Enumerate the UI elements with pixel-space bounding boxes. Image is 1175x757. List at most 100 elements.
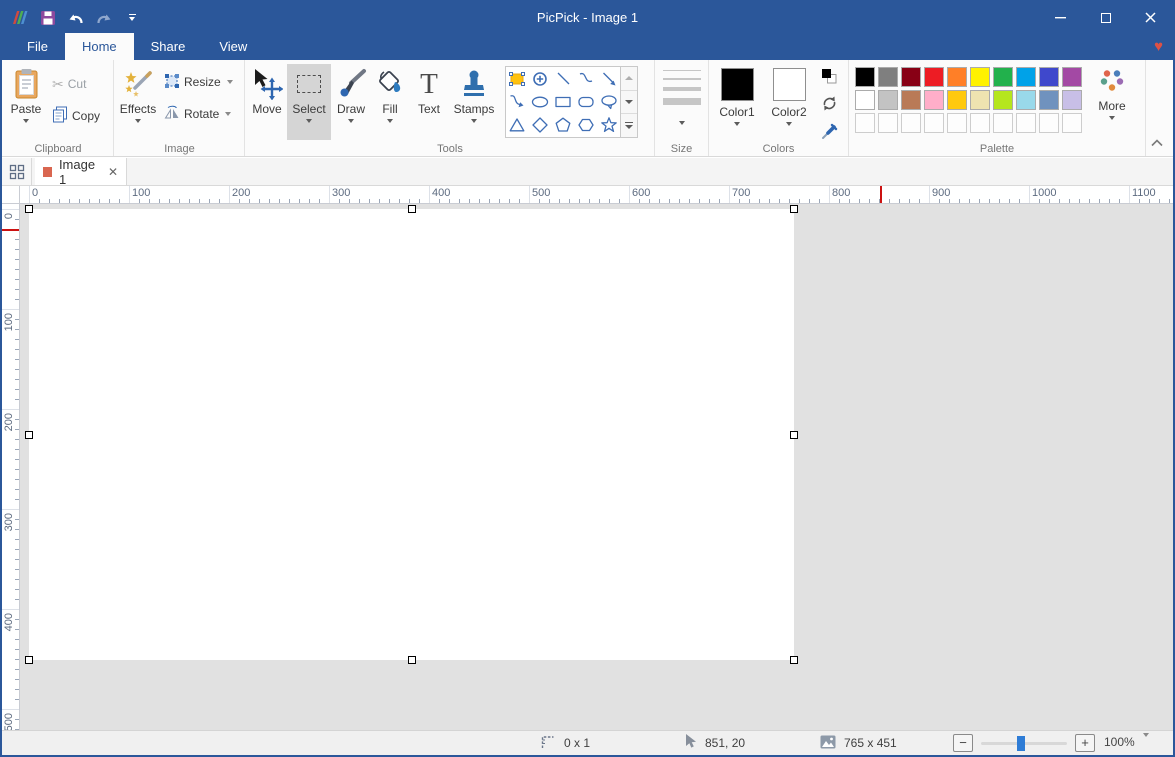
shape-selected-rectangle[interactable]	[506, 67, 529, 90]
palette-swatch[interactable]	[947, 67, 967, 87]
palette-swatch-empty[interactable]	[924, 113, 944, 133]
palette-swatch-empty[interactable]	[970, 113, 990, 133]
fill-tool-button[interactable]: Fill	[371, 64, 409, 140]
heart-icon[interactable]: ♥	[1154, 39, 1163, 54]
zoom-slider[interactable]	[981, 742, 1067, 745]
maximize-button[interactable]	[1083, 2, 1128, 33]
tab-close-icon[interactable]: ✕	[108, 165, 118, 179]
paste-button[interactable]: Paste	[4, 64, 48, 140]
shape-rectangle[interactable]	[552, 90, 575, 113]
cut-button[interactable]: ✂ Cut	[48, 72, 104, 96]
selection-handle[interactable]	[25, 656, 33, 664]
image-document[interactable]	[29, 209, 794, 660]
zoom-in-button[interactable]: +	[1075, 734, 1095, 752]
shape-line[interactable]	[552, 67, 575, 90]
effects-button[interactable]: Effects	[116, 64, 160, 140]
palette-swatch-empty[interactable]	[1062, 113, 1082, 133]
selection-handle[interactable]	[25, 205, 33, 213]
palette-swatch-empty[interactable]	[901, 113, 921, 133]
undo-button[interactable]	[64, 6, 88, 30]
zoom-level[interactable]: 100%	[1104, 735, 1135, 749]
canvas-area[interactable]	[20, 204, 1173, 730]
palette-swatch-empty[interactable]	[855, 113, 875, 133]
shape-star[interactable]	[597, 114, 620, 137]
tab-share[interactable]: Share	[134, 33, 203, 60]
palette-swatch[interactable]	[1016, 67, 1036, 87]
palette-swatch[interactable]	[993, 90, 1013, 110]
text-tool-button[interactable]: T Text	[409, 64, 449, 140]
palette-swatch[interactable]	[855, 90, 875, 110]
shapes-more-button[interactable]	[621, 114, 637, 137]
tab-home[interactable]: Home	[65, 33, 134, 60]
palette-swatch[interactable]	[1039, 67, 1059, 87]
swap-colors-icon[interactable]	[821, 95, 838, 117]
collapse-ribbon-icon[interactable]	[1151, 136, 1163, 150]
line-size-button[interactable]	[663, 70, 701, 105]
palette-swatch[interactable]	[970, 67, 990, 87]
tab-file[interactable]: File	[10, 33, 65, 60]
minimize-button[interactable]	[1038, 2, 1083, 33]
zoom-dropdown-icon[interactable]	[1143, 737, 1149, 751]
selection-handle[interactable]	[408, 656, 416, 664]
palette-swatch[interactable]	[924, 67, 944, 87]
palette-swatch[interactable]	[1039, 90, 1059, 110]
document-tab-image1[interactable]: Image 1 ✕	[35, 158, 127, 185]
selection-handle[interactable]	[790, 205, 798, 213]
customize-quick-access-icon[interactable]	[120, 6, 144, 30]
selection-handle[interactable]	[790, 431, 798, 439]
shapes-scroll-down-button[interactable]	[621, 91, 637, 115]
palette-swatch-empty[interactable]	[1039, 113, 1059, 133]
palette-swatch[interactable]	[970, 90, 990, 110]
shape-curve[interactable]	[574, 67, 597, 90]
palette-swatch[interactable]	[993, 67, 1013, 87]
shape-rounded-rectangle[interactable]	[574, 90, 597, 113]
close-button[interactable]	[1128, 2, 1173, 33]
more-colors-button[interactable]: More	[1088, 64, 1136, 140]
all-windows-button[interactable]	[2, 158, 32, 185]
shape-hexagon[interactable]	[574, 114, 597, 137]
shape-zoom-circle[interactable]	[529, 67, 552, 90]
palette-swatch[interactable]	[901, 67, 921, 87]
palette-swatch[interactable]	[901, 90, 921, 110]
shape-triangle[interactable]	[506, 114, 529, 137]
tab-view[interactable]: View	[202, 33, 264, 60]
palette-swatch[interactable]	[878, 90, 898, 110]
selection-handle[interactable]	[790, 656, 798, 664]
palette-swatch[interactable]	[924, 90, 944, 110]
shape-pentagon[interactable]	[552, 114, 575, 137]
shape-speech-balloon[interactable]	[597, 90, 620, 113]
resize-button[interactable]: Resize	[160, 70, 237, 94]
zoom-slider-handle[interactable]	[1017, 736, 1025, 751]
palette-swatch-empty[interactable]	[993, 113, 1013, 133]
copy-button[interactable]: Copy	[48, 104, 104, 128]
palette-swatch[interactable]	[878, 67, 898, 87]
shape-diamond[interactable]	[529, 114, 552, 137]
stamps-tool-button[interactable]: Stamps	[449, 64, 499, 140]
palette-swatch[interactable]	[1016, 90, 1036, 110]
eyedropper-icon[interactable]	[821, 123, 838, 145]
zoom-out-button[interactable]: −	[953, 734, 973, 752]
color2-button[interactable]: Color2	[763, 64, 815, 140]
palette-swatch[interactable]	[1062, 90, 1082, 110]
palette-swatch-empty[interactable]	[947, 113, 967, 133]
shapes-scroll-up-button[interactable]	[621, 67, 637, 91]
draw-tool-button[interactable]: Draw	[331, 64, 371, 140]
selection-handle[interactable]	[408, 205, 416, 213]
size-dropdown-icon[interactable]	[679, 121, 685, 125]
select-tool-button[interactable]: Select	[287, 64, 331, 140]
shape-ellipse[interactable]	[529, 90, 552, 113]
default-colors-icon[interactable]	[821, 68, 837, 89]
color1-button[interactable]: Color1	[711, 64, 763, 140]
rotate-button[interactable]: Rotate	[160, 102, 237, 126]
palette-swatch[interactable]	[1062, 67, 1082, 87]
selection-handle[interactable]	[25, 431, 33, 439]
palette-swatch[interactable]	[947, 90, 967, 110]
palette-swatch-empty[interactable]	[1016, 113, 1036, 133]
palette-swatch-empty[interactable]	[878, 113, 898, 133]
move-tool-button[interactable]: Move	[247, 64, 287, 140]
shape-curve-arrow[interactable]	[506, 90, 529, 113]
redo-button[interactable]	[92, 6, 116, 30]
palette-swatch[interactable]	[855, 67, 875, 87]
save-button[interactable]	[36, 6, 60, 30]
shape-arrow-line[interactable]	[597, 67, 620, 90]
